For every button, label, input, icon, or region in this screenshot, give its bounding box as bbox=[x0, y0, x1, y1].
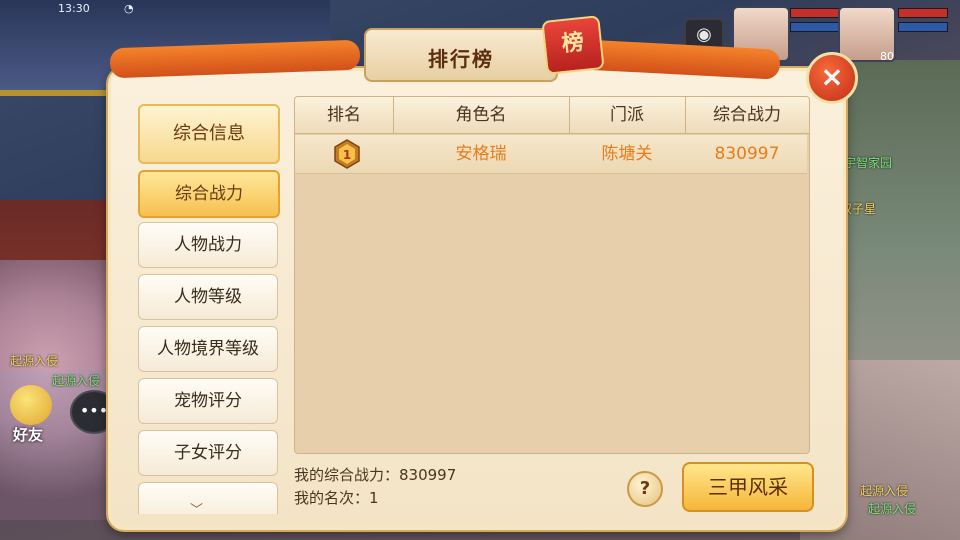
teammate-status-bars bbox=[790, 8, 840, 36]
dialog-title: 排行榜 bbox=[428, 47, 494, 71]
tab-overall-power[interactable]: 综合战力 bbox=[138, 170, 280, 218]
status-time: 13:30 bbox=[58, 2, 90, 15]
table-row[interactable]: 1 安格瑞 陈塘关 830997 bbox=[295, 135, 807, 174]
column-header-rank: 排名 bbox=[295, 97, 394, 133]
column-header-power: 综合战力 bbox=[713, 105, 781, 125]
side-event-text: 起源入侵 bbox=[10, 354, 59, 368]
player-status-bars bbox=[898, 8, 948, 36]
friends-icon[interactable] bbox=[10, 385, 52, 425]
tab-character-level[interactable]: 人物等级 bbox=[138, 274, 278, 320]
player-level: 80 bbox=[880, 50, 894, 63]
ranking-table: 排名 角色名 门派 综合战力 1 安格瑞 陈塘关 830997 bbox=[294, 96, 810, 454]
cell-faction: 陈塘关 bbox=[601, 144, 653, 164]
tab-group-header[interactable]: 综合信息 bbox=[138, 104, 280, 164]
cell-power: 830997 bbox=[714, 144, 780, 164]
wifi-icon: ◔ bbox=[124, 2, 134, 15]
table-header: 排名 角色名 门派 综合战力 bbox=[295, 97, 809, 134]
help-button[interactable]: ? bbox=[627, 471, 663, 507]
tab-realm-level[interactable]: 人物境界等级 bbox=[138, 326, 278, 372]
rank-medal-1-icon: 1 bbox=[334, 139, 360, 169]
column-header-name: 角色名 bbox=[393, 97, 570, 133]
side-event-text: 起源入侵 bbox=[860, 484, 909, 498]
my-rank-text: 我的名次：1 bbox=[294, 489, 379, 507]
tab-child-score[interactable]: 子女评分 bbox=[138, 430, 278, 476]
column-header-faction: 门派 bbox=[569, 97, 686, 133]
tab-character-power[interactable]: 人物战力 bbox=[138, 222, 278, 268]
scroll-down-icon[interactable]: ﹀ bbox=[190, 499, 203, 518]
dialog-title-banner: 排行榜 bbox=[364, 28, 558, 82]
tab-pet-score[interactable]: 宠物评分 bbox=[138, 378, 278, 424]
tab-more[interactable] bbox=[138, 482, 278, 514]
friends-label[interactable]: 好友 bbox=[13, 424, 43, 445]
side-event-text: 起源入侵 bbox=[868, 502, 917, 516]
side-event-text: 宇智家园 bbox=[844, 156, 893, 170]
svg-text:1: 1 bbox=[343, 148, 351, 162]
category-tab-list[interactable]: 综合信息 综合战力 人物战力 人物等级 人物境界等级 宠物评分 子女评分 bbox=[138, 104, 280, 514]
close-button[interactable]: × bbox=[806, 52, 858, 104]
top-three-showcase-button[interactable]: 三甲风采 bbox=[682, 462, 814, 512]
leaderboard-seal-icon: 榜 bbox=[541, 15, 605, 75]
cell-name: 安格瑞 bbox=[455, 144, 507, 164]
my-power-text: 我的综合战力：830997 bbox=[294, 466, 457, 484]
side-event-text: 起源入侵 bbox=[52, 374, 101, 388]
